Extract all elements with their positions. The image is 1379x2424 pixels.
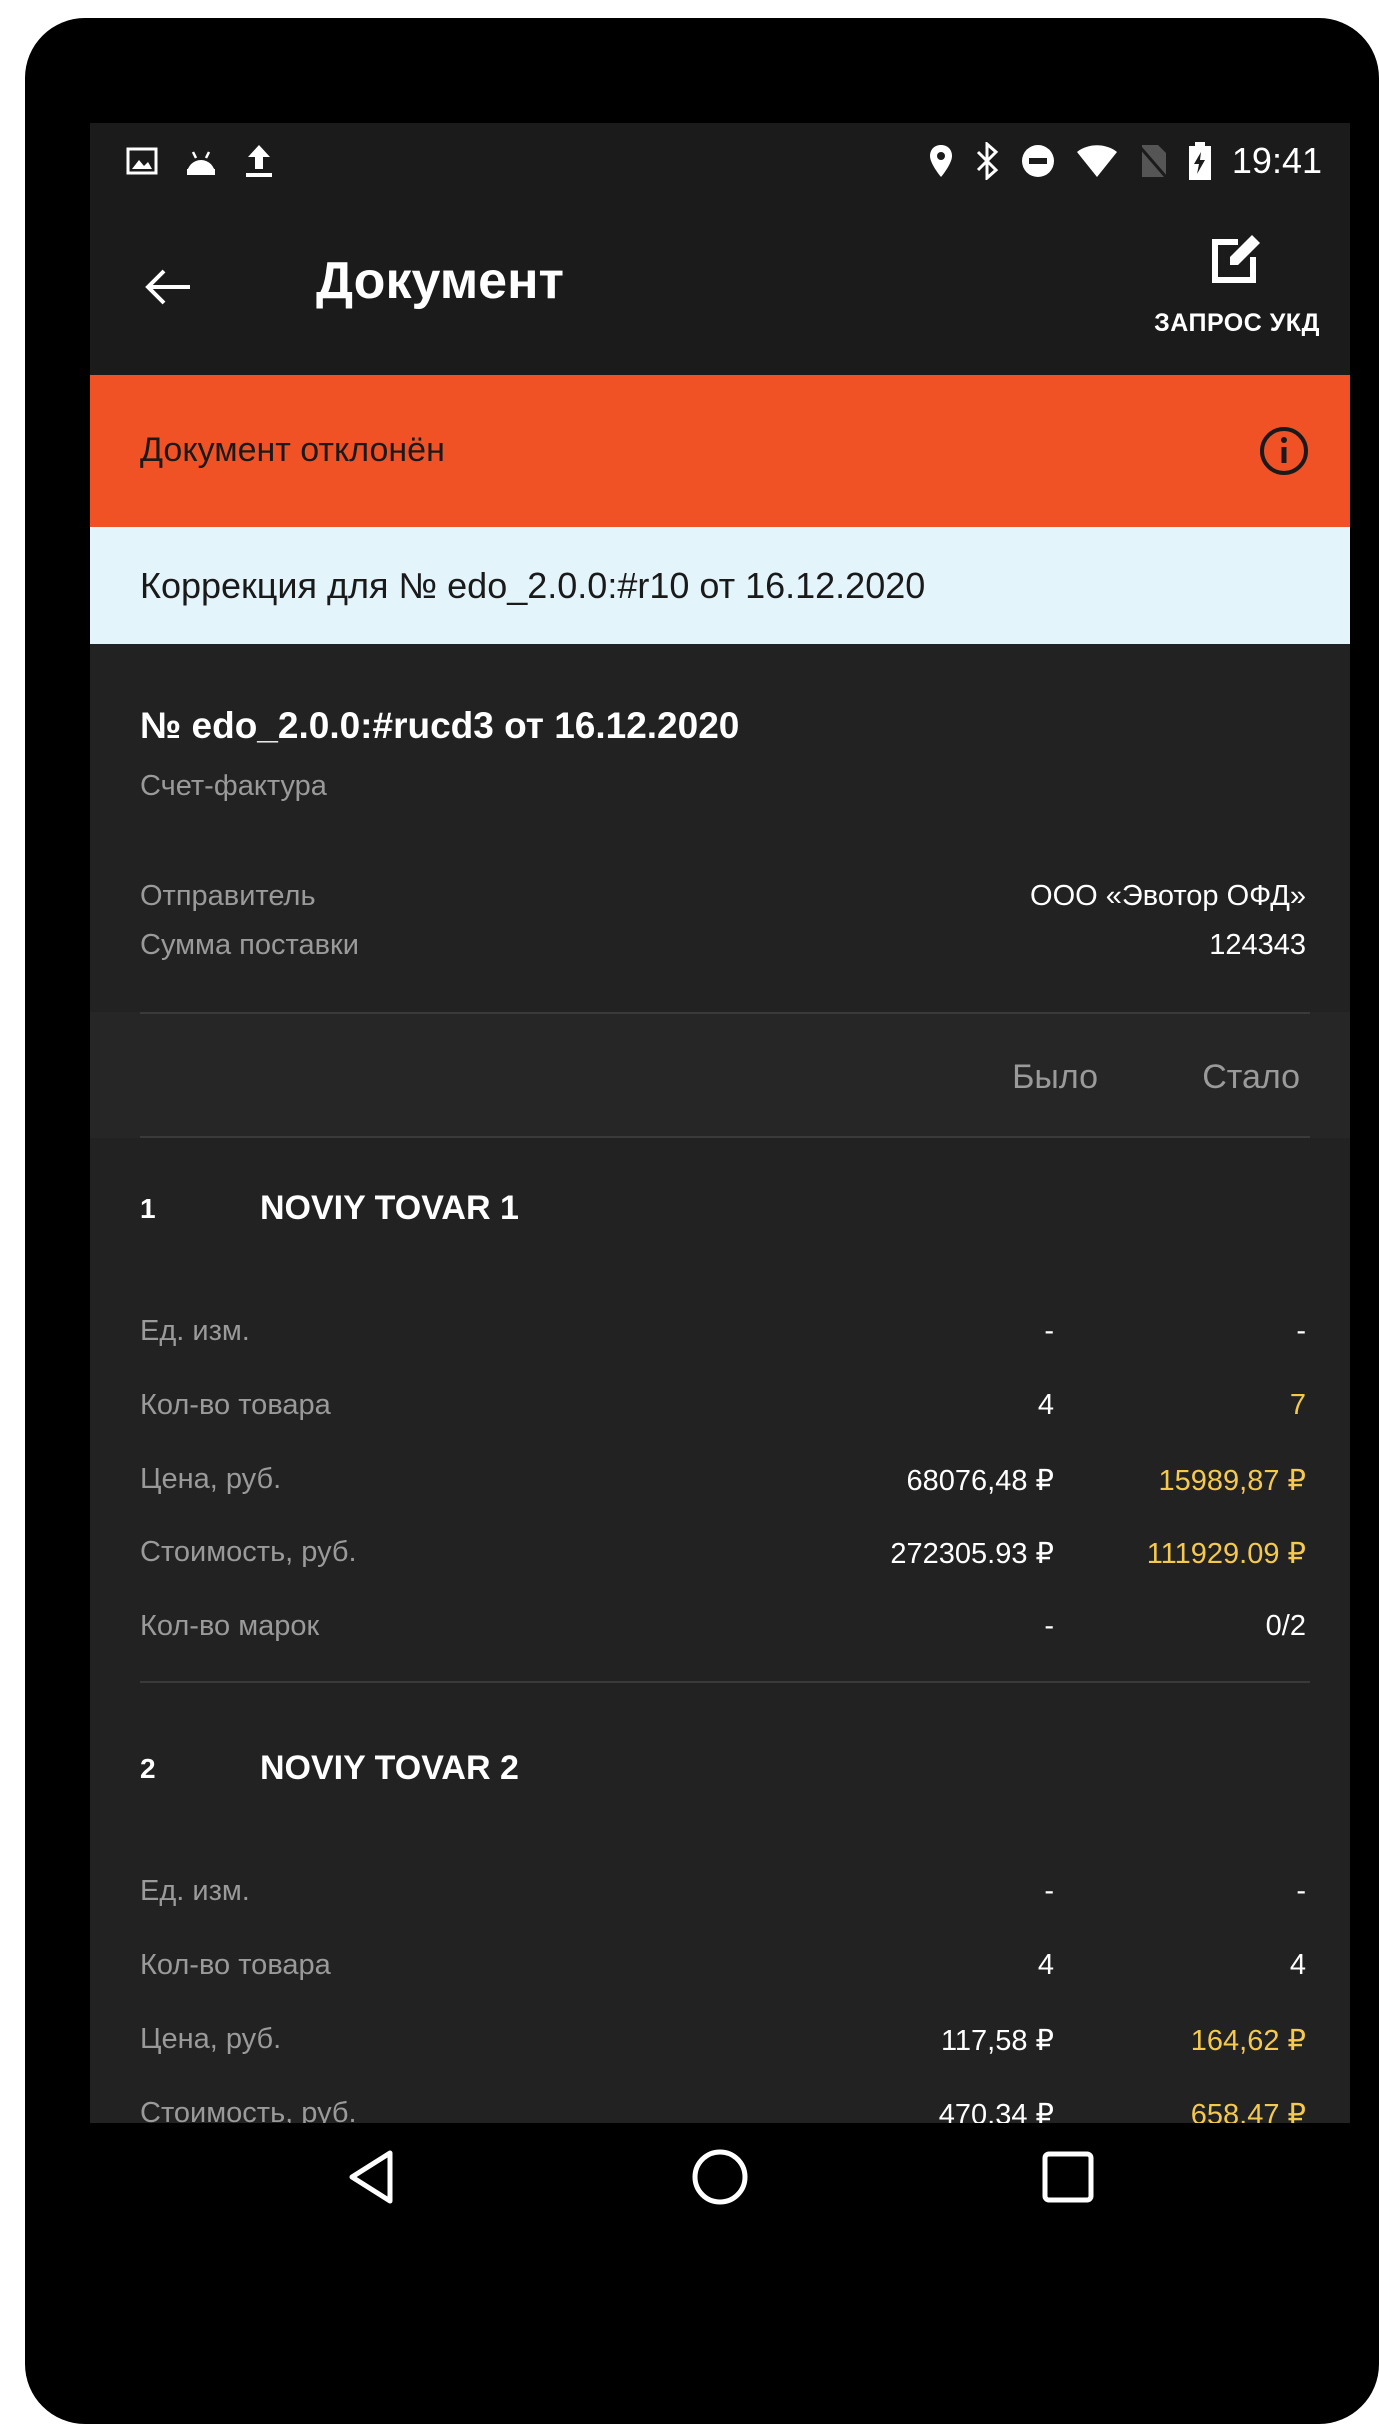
row-now: 15989,87 ₽ xyxy=(1158,1465,1306,1497)
row-label: Стоимость, руб. xyxy=(140,1536,357,1568)
back-arrow-icon[interactable] xyxy=(138,257,198,317)
item-row: Стоимость, руб. 272305.93 ₽ 111929.09 ₽ xyxy=(140,1536,1306,1576)
row-was: 4 xyxy=(1037,1949,1054,1981)
navigation-bar xyxy=(90,2123,1350,2233)
item-row: Стоимость, руб. 470,34 ₽ 658,47 ₽ xyxy=(140,2097,1306,2123)
item-row: Кол-во марок - 0/2 xyxy=(140,1610,1306,1650)
app-toolbar: Документ ЗАПРОС УКД xyxy=(90,199,1350,375)
row-label: Кол-во товара xyxy=(140,1949,331,1981)
row-label: Цена, руб. xyxy=(140,1463,282,1495)
row-now: 0/2 xyxy=(1265,1610,1306,1642)
item-number: 1 xyxy=(140,1193,156,1224)
battery-icon xyxy=(1188,142,1211,180)
row-label: Ед. изм. xyxy=(140,1315,250,1347)
back-icon[interactable] xyxy=(340,2145,404,2209)
row-was: 272305.93 ₽ xyxy=(890,1538,1054,1570)
upload-icon xyxy=(246,145,272,177)
status-banner: Документ отклонён xyxy=(90,375,1350,527)
sum-row: Сумма поставки 124343 xyxy=(140,929,1306,969)
info-icon[interactable] xyxy=(1258,425,1310,477)
item-row: Кол-во товара 4 4 xyxy=(140,1949,1306,1989)
wifi-icon xyxy=(1076,145,1117,177)
row-was: 68076,48 ₽ xyxy=(906,1465,1054,1497)
image-icon xyxy=(126,147,158,175)
bluetooth-icon xyxy=(976,142,999,180)
document-type: Счет-фактура xyxy=(140,770,327,802)
column-header: Было Стало xyxy=(90,1012,1350,1138)
column-was: Было xyxy=(1012,1058,1098,1096)
divider xyxy=(140,1681,1310,1683)
item-number: 2 xyxy=(140,1753,156,1784)
no-sim-icon xyxy=(1138,145,1168,178)
row-label: Кол-во товара xyxy=(140,1389,331,1421)
row-now: 658,47 ₽ xyxy=(1190,2099,1306,2123)
sender-label: Отправитель xyxy=(140,880,316,912)
page-title: Документ xyxy=(316,252,564,310)
item-name: NOVIY TOVAR 1 xyxy=(260,1189,519,1227)
request-ukd-button[interactable]: ЗАПРОС УКД xyxy=(1132,221,1342,341)
sender-row: Отправитель ООО «Эвотор ОФД» xyxy=(140,880,1306,920)
row-was: 117,58 ₽ xyxy=(940,2025,1054,2057)
row-was: - xyxy=(1044,1610,1054,1642)
row-was: 4 xyxy=(1037,1389,1054,1421)
row-label: Ед. изм. xyxy=(140,1875,250,1907)
row-label: Кол-во марок xyxy=(140,1610,320,1642)
status-bar: 19:41 xyxy=(90,123,1350,199)
item-name: NOVIY TOVAR 2 xyxy=(260,1749,519,1787)
home-icon[interactable] xyxy=(688,2145,752,2209)
item-row: Ед. изм. - - xyxy=(140,1875,1306,1915)
row-now: - xyxy=(1296,1315,1306,1347)
divider xyxy=(140,1012,1310,1014)
location-icon xyxy=(929,145,952,177)
item-row: Цена, руб. 68076,48 ₽ 15989,87 ₽ xyxy=(140,1463,1306,1503)
row-was: 470,34 ₽ xyxy=(938,2099,1054,2123)
row-now: 7 xyxy=(1289,1389,1306,1421)
sender-value: ООО «Эвотор ОФД» xyxy=(1030,880,1306,912)
android-icon xyxy=(187,151,215,175)
edit-document-icon xyxy=(1212,235,1260,283)
sum-label: Сумма поставки xyxy=(140,929,359,961)
row-now: - xyxy=(1296,1875,1306,1907)
row-now: 4 xyxy=(1289,1949,1306,1981)
row-label: Цена, руб. xyxy=(140,2023,282,2055)
correction-banner: Коррекция для № edo_2.0.0:#r10 от 16.12.… xyxy=(90,527,1350,644)
divider xyxy=(140,1136,1310,1138)
request-ukd-label: ЗАПРОС УКД xyxy=(1154,309,1320,337)
document-number: № edo_2.0.0:#rucd3 от 16.12.2020 xyxy=(140,705,740,746)
item-row: Ед. изм. - - xyxy=(140,1315,1306,1355)
item-row: Цена, руб. 117,58 ₽ 164,62 ₽ xyxy=(140,2023,1306,2063)
row-was: - xyxy=(1044,1875,1054,1907)
row-now: 111929.09 ₽ xyxy=(1146,1538,1306,1570)
status-banner-text: Документ отклонён xyxy=(140,431,445,469)
row-now: 164,62 ₽ xyxy=(1190,2025,1306,2057)
correction-banner-text: Коррекция для № edo_2.0.0:#r10 от 16.12.… xyxy=(140,565,926,606)
item-row: Кол-во товара 4 7 xyxy=(140,1389,1306,1429)
row-label: Стоимость, руб. xyxy=(140,2097,357,2123)
sum-value: 124343 xyxy=(1209,929,1306,961)
row-was: - xyxy=(1044,1315,1054,1347)
recents-icon[interactable] xyxy=(1036,2145,1100,2209)
clock: 19:41 xyxy=(1231,140,1322,181)
dnd-icon xyxy=(1021,145,1054,177)
app-screen: 19:41 Документ ЗАПРОС УКД Документ откло… xyxy=(90,123,1350,2123)
column-now: Стало xyxy=(1202,1058,1300,1096)
